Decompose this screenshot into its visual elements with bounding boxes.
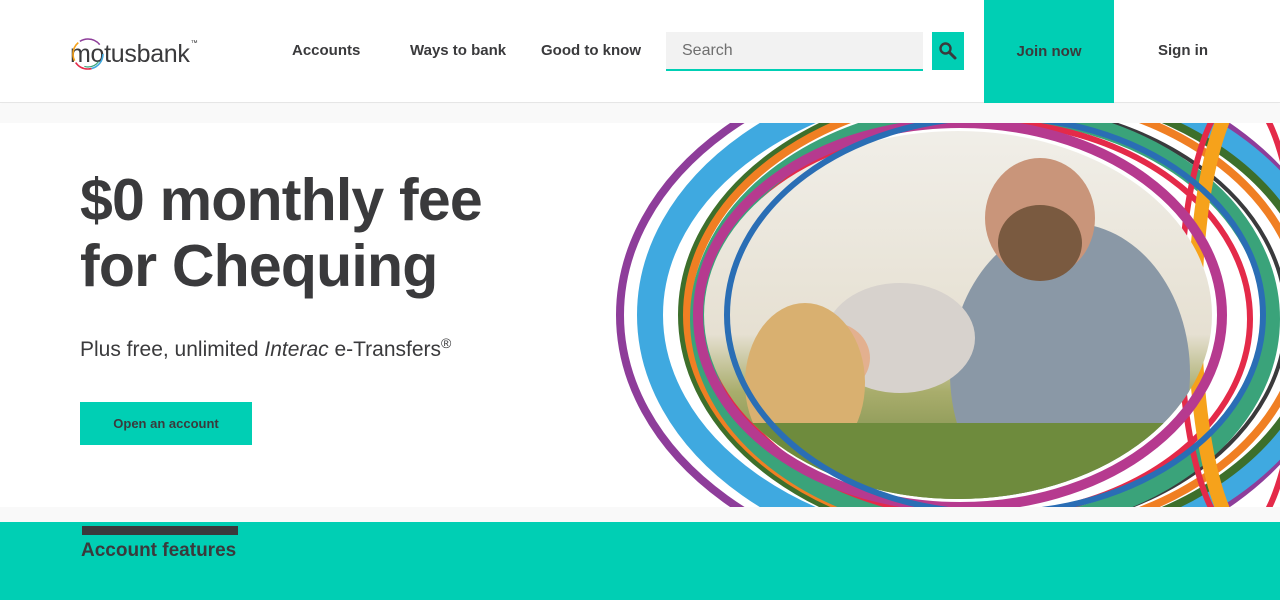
hero-title-line-1: $0 monthly fee	[80, 167, 483, 233]
open-account-button[interactable]: Open an account	[80, 402, 252, 445]
sign-in-link[interactable]: Sign in	[1158, 42, 1208, 59]
hero-top-spacer	[0, 104, 1280, 123]
hero-bottom-spacer	[0, 507, 1280, 522]
hero-subtitle-interac: Interac	[264, 338, 329, 361]
nav-good-to-know[interactable]: Good to know	[541, 42, 641, 59]
account-features-section: Account features	[0, 522, 1280, 600]
logo-trademark: ™	[190, 39, 198, 47]
hero-image-rings	[616, 123, 1280, 507]
nav-accounts[interactable]: Accounts	[292, 42, 360, 59]
search-icon	[939, 42, 957, 60]
search-field-wrapper	[666, 32, 923, 71]
registered-mark: ®	[441, 335, 452, 351]
hero-subtitle-prefix: Plus free, unlimited	[80, 338, 265, 361]
account-features-heading: Account features	[81, 540, 237, 561]
search-button[interactable]	[932, 32, 964, 70]
logo-ring-icon	[72, 38, 104, 70]
hero-title-line-2: for Chequing	[80, 233, 438, 299]
hero-title: $0 monthly fee for Chequing	[80, 167, 600, 299]
site-header: motusbank™ Accounts Ways to bank Good to…	[0, 0, 1280, 103]
motusbank-logo[interactable]: motusbank™	[70, 34, 198, 74]
nav-ways-to-bank[interactable]: Ways to bank	[410, 42, 506, 59]
join-now-button[interactable]: Join now	[984, 0, 1114, 103]
features-tab-indicator	[82, 526, 238, 535]
logo-text-bank: bank	[136, 39, 190, 68]
hero-subtitle: Plus free, unlimited Interac e-Transfers…	[80, 335, 451, 362]
hero-section: $0 monthly fee for Chequing Plus free, u…	[0, 123, 1280, 507]
search-input[interactable]	[666, 32, 923, 69]
hero-subtitle-suffix: e-Transfers	[328, 338, 442, 361]
